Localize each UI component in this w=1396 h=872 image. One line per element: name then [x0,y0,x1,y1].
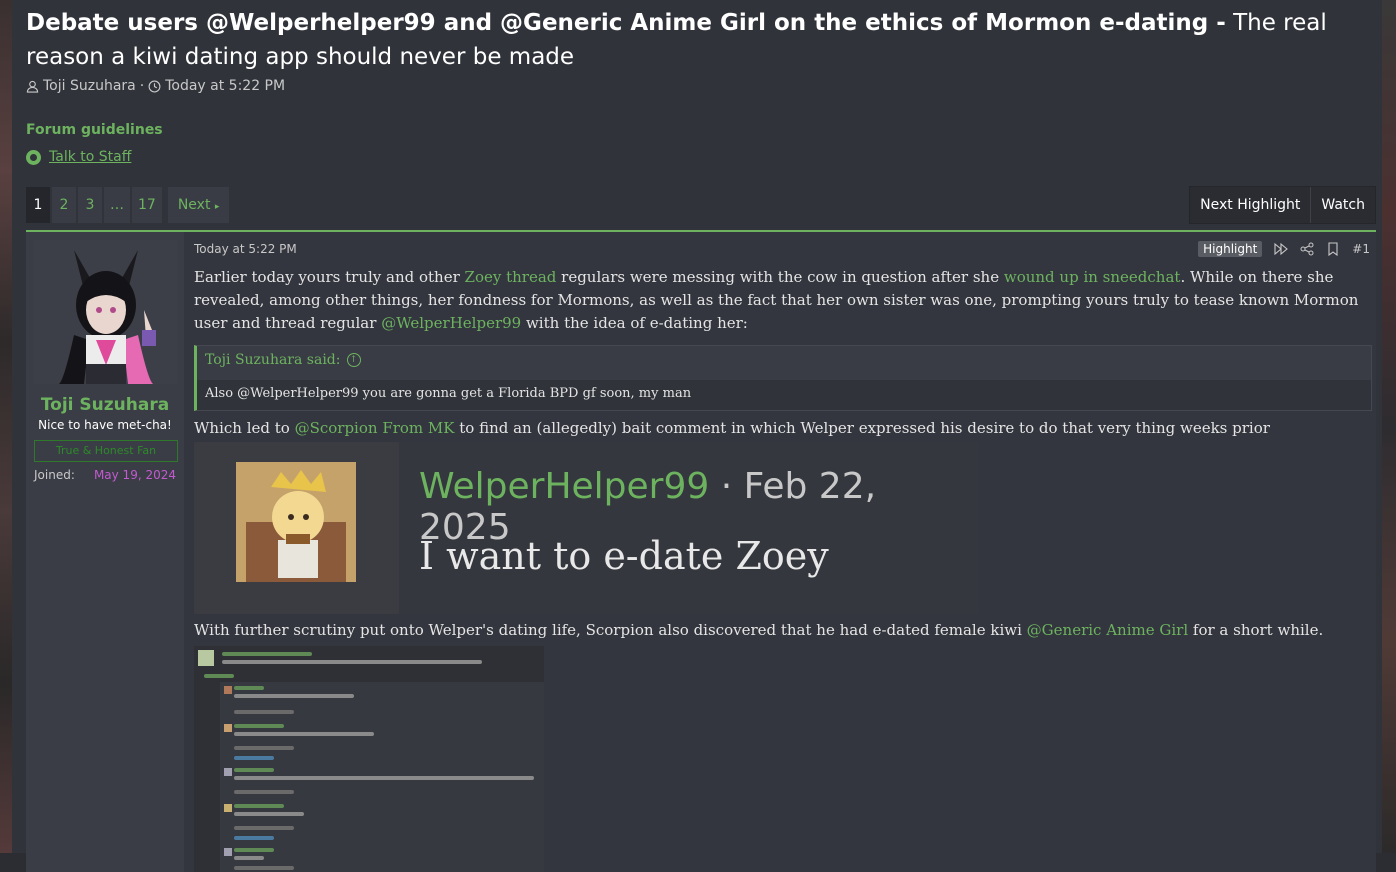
post: Toji Suzuhara Nice to have met-cha! True… [26,230,1376,872]
screenshot-avatar-area [194,442,399,614]
page-ellipsis[interactable]: … [104,187,130,223]
chat-line [234,812,304,816]
chat-line [234,710,294,714]
caret-right-icon: ▸ [214,202,220,212]
chat-avatar [224,768,232,776]
chat-avatar [224,724,232,732]
page-17[interactable]: 17 [132,187,162,223]
chat-line [234,866,294,870]
chat-avatar [224,686,232,694]
chat-line [234,694,354,698]
forum-guidelines-title: Forum guidelines [26,122,163,138]
post-username[interactable]: Toji Suzuhara [26,395,184,415]
page-3[interactable]: 3 [78,187,102,223]
quote-body: Also @WelperHelper99 you are gonna get a… [197,380,1371,410]
page-2[interactable]: 2 [52,187,76,223]
page-1[interactable]: 1 [26,187,50,223]
share-icon[interactable] [1300,242,1314,256]
screenshot-message: I want to e-date Zoey [419,534,829,578]
p2-text-a: Which led to [194,419,295,437]
chat-line [234,836,274,840]
post-paragraph-3: With further scrutiny put onto Welper's … [194,619,1323,642]
screenshot-username-text: WelperHelper99 [419,466,710,507]
chat-line [234,756,274,760]
screenshot-avatar [236,462,356,582]
thread-author[interactable]: Toji Suzuhara [43,78,136,94]
post-paragraph-1: Earlier today yours truly and other Zoey… [194,266,1364,335]
post-tools: Highlight #1 [1198,241,1370,257]
p3-text-b: for a short while. [1188,621,1324,639]
post-number[interactable]: #1 [1352,242,1370,256]
post-main: Today at 5:22 PM Highlight #1 Earlier to… [194,232,1372,872]
welperhelper-mention[interactable]: @WelperHelper99 [381,314,521,332]
bookmark-icon[interactable] [1326,242,1340,256]
chat-line [234,776,534,780]
thread-actions: Next Highlight Watch [1189,186,1376,224]
embedded-image-chat-log[interactable] [194,646,544,872]
thread-title: Debate users @Welperhelper99 and @Generi… [26,6,1376,74]
p3-text-a: With further scrutiny put onto Welper's … [194,621,1027,639]
chat-line [222,660,482,664]
p2-text-b: to find an (allegedly) bait comment in w… [454,419,1270,437]
background-strip-right [1382,0,1396,853]
thread-title-prefix: Debate users @Welperhelper99 and @Generi… [26,10,1226,36]
chat-line [234,790,294,794]
chat-line [222,652,312,656]
post-user-pane: Toji Suzuhara Nice to have met-cha! True… [26,232,184,872]
user-icon [26,80,39,93]
next-label: Next [177,197,211,213]
chat-line [234,804,284,808]
generic-anime-girl-mention[interactable]: @Generic Anime Girl [1027,621,1188,639]
talk-to-staff-link[interactable]: Talk to Staff [49,149,131,165]
highlight-badge: Highlight [1198,241,1263,257]
chat-avatar [224,848,232,856]
thread-page: Debate users @Welperhelper99 and @Generi… [12,0,1382,872]
arrow-up-circle-icon[interactable]: ↑ [346,353,361,367]
chat-line [234,848,274,852]
scorpion-mention[interactable]: @Scorpion From MK [295,419,455,437]
chat-avatar [224,804,232,812]
background-strip-left [0,0,12,853]
meta-separator: · [139,78,145,94]
p1-text-b: regulars were messing with the cow in qu… [556,268,1004,286]
post-date[interactable]: Today at 5:22 PM [194,242,297,256]
quote-header[interactable]: Toji Suzuhara said: ↑ [205,352,361,368]
clock-icon [148,80,161,92]
quote-block: Toji Suzuhara said: ↑ Also @WelperHelper… [194,345,1372,411]
quote-text: Also @WelperHelper99 you are gonna get a… [205,386,692,401]
chat-line [234,826,294,830]
joined-label: Joined: [34,468,75,482]
lifebuoy-icon [26,149,41,165]
user-title: Nice to have met-cha! [38,418,172,432]
quote-author[interactable]: Toji Suzuhara said: [205,352,341,368]
chat-line [204,674,234,678]
thread-meta: Toji Suzuhara · Today at 5:22 PM [26,78,285,94]
avatar[interactable] [34,240,178,384]
thread-time[interactable]: Today at 5:22 PM [165,78,285,94]
post-paragraph-2: Which led to @Scorpion From MK to find a… [194,417,1270,440]
chat-line [234,686,264,690]
joined-date: May 19, 2024 [93,468,176,482]
next-page-button[interactable]: Next ▸ [167,187,230,223]
chat-line [234,724,284,728]
chat-replies [220,682,544,872]
watch-button[interactable]: Watch [1310,187,1375,223]
embedded-image-welper-comment[interactable]: WelperHelper99 · Feb 22, 2025 I want to … [194,442,979,614]
p1-text-d: with the idea of e-dating her: [521,314,748,332]
chat-avatar [198,650,214,666]
fast-forward-icon[interactable] [1274,242,1289,256]
user-banner: True & Honest Fan [34,440,178,462]
chat-line [234,732,374,736]
zoey-thread-link[interactable]: Zoey thread [465,268,557,286]
chat-line [234,856,264,860]
chat-line [234,746,294,750]
p1-text-a: Earlier today yours truly and other [194,268,465,286]
chat-line [234,768,274,772]
talk-to-staff-row: Talk to Staff [26,149,131,165]
sneedchat-link[interactable]: wound up in sneedchat [1004,268,1181,286]
next-highlight-button[interactable]: Next Highlight [1190,187,1310,223]
page-navigation: 1 2 3 … 17 Next ▸ [26,187,230,223]
